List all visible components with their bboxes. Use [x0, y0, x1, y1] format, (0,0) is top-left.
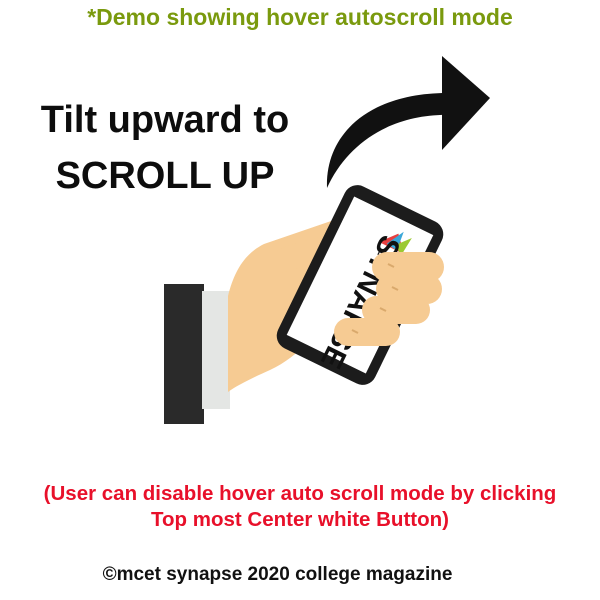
sleeve: [164, 284, 204, 424]
shirt-cuff: [202, 291, 230, 409]
tilt-illustration: mcet SYNAPSE: [164, 56, 490, 424]
hand-holding-phone-icon: mcet SYNAPSE: [164, 185, 444, 424]
note-line-1: (User can disable hover auto scroll mode…: [43, 482, 557, 505]
disable-autoscroll-note: (User can disable hover auto scroll mode…: [0, 481, 600, 533]
note-line-2: Top most Center white Button): [151, 508, 449, 531]
copyright-notice: ©mcet synapse 2020 college magazine: [102, 564, 453, 585]
curved-arrow-up-right-icon: [326, 56, 490, 188]
